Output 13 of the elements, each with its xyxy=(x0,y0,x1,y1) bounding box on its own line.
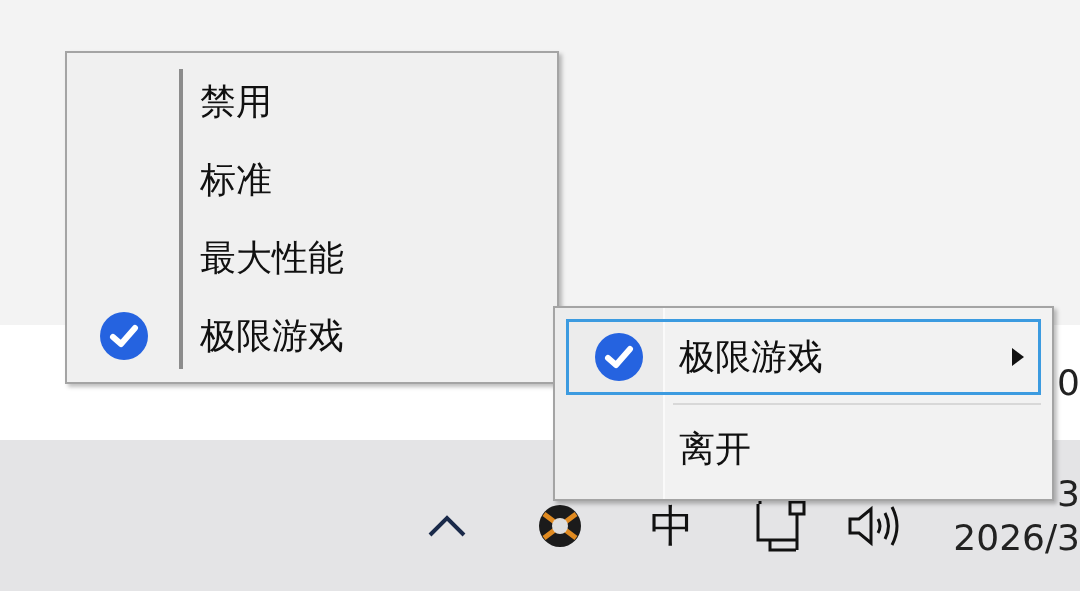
menu-item[interactable]: 最大性能 xyxy=(67,219,557,297)
menu-item[interactable]: 极限游戏 xyxy=(67,297,557,375)
submenu-arrow-icon xyxy=(1012,348,1024,366)
clock-date: 2026/3 xyxy=(953,520,1080,556)
menu-item[interactable]: 极限游戏 xyxy=(566,319,1041,395)
chevron-up-icon[interactable] xyxy=(427,513,467,538)
input-method-indicator[interactable]: 中 xyxy=(650,503,694,548)
menu-item[interactable]: 标准 xyxy=(67,141,557,219)
app-icon[interactable] xyxy=(538,503,582,548)
clock-text: 0 xyxy=(1057,364,1080,401)
menu-item[interactable]: 禁用 xyxy=(67,63,557,141)
clock-time: 3 xyxy=(1057,476,1080,512)
menu-item[interactable]: 离开 xyxy=(566,405,1041,493)
